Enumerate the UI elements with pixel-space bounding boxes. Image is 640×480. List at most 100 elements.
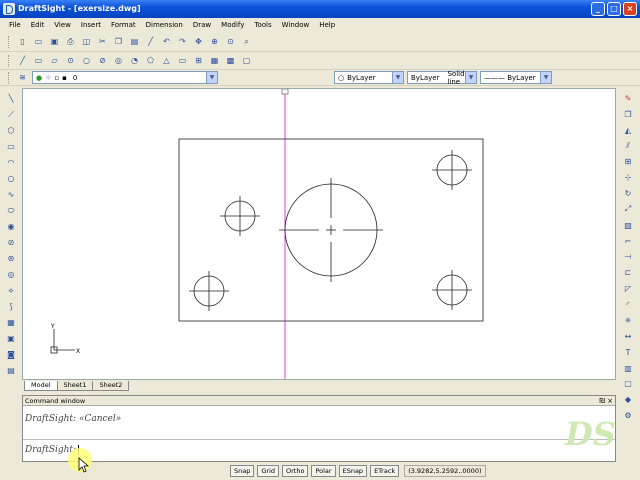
drawing-canvas[interactable]: Y X bbox=[22, 88, 616, 380]
chamfer-icon[interactable]: ◸ bbox=[622, 282, 634, 295]
etrack-button[interactable]: ETrack bbox=[370, 465, 400, 477]
linestyle-dropdown[interactable]: ByLayer Solid line ▼ bbox=[407, 70, 477, 86]
chamfer-icon[interactable]: ⊞ bbox=[192, 54, 205, 67]
layer-dropdown[interactable]: ● ☼ ▫ ▪ 0 ▼ bbox=[32, 71, 218, 84]
menu-dimension[interactable]: Dimension bbox=[141, 21, 188, 29]
toolbar-grip[interactable] bbox=[8, 35, 11, 48]
stretch-icon[interactable]: ◔ bbox=[128, 54, 141, 67]
menu-file[interactable]: File bbox=[4, 21, 26, 29]
grid-button[interactable]: Grid bbox=[257, 465, 280, 477]
offset-icon[interactable]: ⫽ bbox=[622, 140, 634, 153]
dimension-icon[interactable]: ↔ bbox=[622, 330, 634, 343]
trim-icon[interactable]: ⌐ bbox=[622, 235, 634, 248]
layer-icon[interactable]: ▥ bbox=[622, 362, 634, 375]
mirror-icon[interactable]: ◭ bbox=[622, 124, 634, 137]
print-preview-icon[interactable]: ◫ bbox=[80, 35, 93, 48]
block-icon[interactable]: ◎ bbox=[5, 268, 17, 281]
minimize-button[interactable]: _ bbox=[591, 2, 605, 16]
help-icon[interactable]: ◆ bbox=[622, 393, 634, 406]
properties-icon[interactable]: ▢ bbox=[622, 377, 634, 390]
extend-icon[interactable]: ⟞ bbox=[622, 251, 634, 264]
point-icon[interactable]: ◉ bbox=[5, 220, 17, 233]
ellipse-icon[interactable]: ⬭ bbox=[5, 204, 17, 217]
command-input[interactable]: DraftSight: bbox=[23, 440, 615, 460]
rectangle-icon[interactable]: ▭ bbox=[5, 140, 17, 153]
rotate-icon[interactable]: ⊘ bbox=[96, 54, 109, 67]
fillet-icon[interactable]: ◜ bbox=[622, 298, 634, 311]
scale-icon[interactable]: ⤢ bbox=[622, 203, 634, 216]
open-icon[interactable]: ▭ bbox=[32, 35, 45, 48]
chevron-down-icon[interactable]: ▼ bbox=[206, 72, 217, 83]
print-icon[interactable]: ⎙ bbox=[64, 35, 77, 48]
gradient-icon[interactable]: ▤ bbox=[5, 364, 17, 377]
menu-help[interactable]: Help bbox=[314, 21, 340, 29]
stretch-icon[interactable]: ▨ bbox=[622, 219, 634, 232]
menu-tools[interactable]: Tools bbox=[249, 21, 276, 29]
zoom-icon[interactable]: ⌕ bbox=[240, 35, 253, 48]
line-dropdown[interactable]: ——— ByLayer ▼ bbox=[480, 71, 552, 84]
snap-button[interactable]: Snap bbox=[230, 465, 255, 477]
chevron-down-icon[interactable]: ▼ bbox=[540, 72, 551, 83]
array-icon[interactable]: ○ bbox=[80, 54, 93, 67]
esnap-button[interactable]: ESnap bbox=[338, 465, 368, 477]
move-icon[interactable]: ⊹ bbox=[622, 171, 634, 184]
text-icon[interactable]: T bbox=[622, 346, 634, 359]
zoom-window-icon[interactable]: ⊕ bbox=[208, 35, 221, 48]
menu-format[interactable]: Format bbox=[106, 21, 141, 29]
circle-icon[interactable]: ○ bbox=[5, 172, 17, 185]
rotate-icon[interactable]: ↻ bbox=[622, 187, 634, 200]
polar-button[interactable]: Polar bbox=[311, 465, 336, 477]
array-icon[interactable]: ⊞ bbox=[622, 155, 634, 168]
menu-draw[interactable]: Draw bbox=[188, 21, 216, 29]
save-icon[interactable]: ▣ bbox=[48, 35, 61, 48]
explode-icon[interactable]: ▩ bbox=[224, 54, 237, 67]
hatch-icon[interactable]: ⊘ bbox=[5, 236, 17, 249]
arc-icon[interactable]: ◠ bbox=[5, 156, 17, 169]
break-icon[interactable]: ▭ bbox=[176, 54, 189, 67]
copy-icon[interactable]: ❐ bbox=[112, 35, 125, 48]
menu-view[interactable]: View bbox=[49, 21, 76, 29]
tab-model[interactable]: Model bbox=[24, 381, 58, 391]
text-icon[interactable]: ⟡ bbox=[5, 284, 17, 297]
color-dropdown[interactable]: ○ ByLayer ▼ bbox=[334, 71, 404, 84]
chevron-down-icon[interactable]: ▼ bbox=[465, 72, 476, 83]
polygon-icon[interactable]: ⬡ bbox=[5, 124, 17, 137]
tab-sheet1[interactable]: Sheet1 bbox=[56, 381, 94, 391]
wipeout-icon[interactable]: ◙ bbox=[5, 348, 17, 361]
close-button[interactable]: × bbox=[623, 2, 637, 16]
region-icon[interactable]: ⊛ bbox=[5, 252, 17, 265]
copy-icon[interactable]: ❐ bbox=[622, 108, 634, 121]
command-window-controls[interactable]: ₪ × bbox=[599, 396, 613, 406]
polyline-icon[interactable]: ⟋ bbox=[5, 108, 17, 121]
trim-icon[interactable]: ⬠ bbox=[144, 54, 157, 67]
cut-icon[interactable]: ✂ bbox=[96, 35, 109, 48]
offset-icon[interactable]: ⊙ bbox=[64, 54, 77, 67]
layer-manager-icon[interactable]: ≋ bbox=[16, 71, 29, 84]
chevron-down-icon[interactable]: ▼ bbox=[392, 72, 403, 83]
redo-icon[interactable]: ↷ bbox=[176, 35, 189, 48]
undo-icon[interactable]: ↶ bbox=[160, 35, 173, 48]
mirror-icon[interactable]: ▱ bbox=[48, 54, 61, 67]
scale-icon[interactable]: ◎ bbox=[112, 54, 125, 67]
image-icon[interactable]: ▣ bbox=[5, 332, 17, 345]
toolbar-grip[interactable] bbox=[8, 54, 11, 67]
match-properties-icon[interactable]: ╱ bbox=[144, 35, 157, 48]
table-icon[interactable]: ▦ bbox=[5, 316, 17, 329]
menu-modify[interactable]: Modify bbox=[216, 21, 249, 29]
menu-edit[interactable]: Edit bbox=[26, 21, 50, 29]
maximize-button[interactable]: □ bbox=[607, 2, 621, 16]
erase-icon[interactable]: ▢ bbox=[240, 54, 253, 67]
pan-icon[interactable]: ✥ bbox=[192, 35, 205, 48]
spline-icon[interactable]: ∿ bbox=[5, 188, 17, 201]
paste-icon[interactable]: ▤ bbox=[128, 35, 141, 48]
toolbar-grip[interactable] bbox=[8, 71, 11, 84]
break-icon[interactable]: ⊏ bbox=[622, 266, 634, 279]
new-icon[interactable]: ▯ bbox=[16, 35, 29, 48]
zoom-dynamic-icon[interactable]: ⊙ bbox=[224, 35, 237, 48]
menu-window[interactable]: Window bbox=[277, 21, 315, 29]
erase-icon[interactable]: ✎ bbox=[622, 92, 634, 105]
menu-insert[interactable]: Insert bbox=[76, 21, 106, 29]
copy-entity-icon[interactable]: ▭ bbox=[32, 54, 45, 67]
tab-sheet2[interactable]: Sheet2 bbox=[92, 381, 130, 391]
explode-icon[interactable]: ✳ bbox=[622, 314, 634, 327]
